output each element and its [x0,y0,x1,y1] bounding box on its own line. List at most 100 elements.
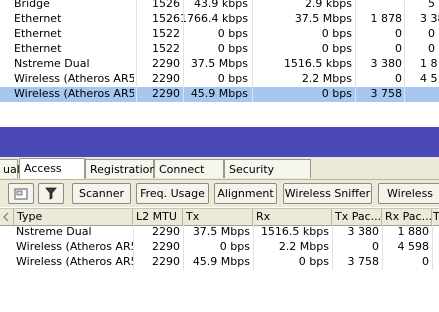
interface-rx: 2.9 kbps [304,0,352,10]
interface-mtu: 2290 [152,87,180,100]
table-row-selected[interactable]: Wireless (Atheros AR5... 2290 45.9 Mbps … [0,87,439,102]
column-divider [404,0,405,102]
table-row[interactable]: Nstreme Dual 2290 37.5 Mbps 1516.5 kbps … [0,57,439,71]
interface-list-top: Bridge 1526 43.9 kbps 2.9 kbps 5 Etherne… [0,0,439,103]
column-header-tx-packets[interactable]: Tx Pac... [332,209,382,225]
interface-tx: 45.9 Mbps [190,87,248,100]
interface-mtu: 2290 [152,72,180,85]
interface-name: Ethernet [14,42,62,55]
copy-button[interactable] [8,183,34,204]
interface-rx-packets: 4 5 [420,72,438,85]
interface-tx-packets: 3 758 [347,255,380,268]
interface-tx: 1766.4 kbps [180,12,248,25]
interface-name: Wireless (Atheros AR5... [14,72,134,85]
interface-rx-packets: 0 [422,255,429,268]
table-row[interactable]: Nstreme Dual 2290 37.5 Mbps 1516.5 kbps … [0,225,439,239]
tab-access-list[interactable]: Access List [19,158,85,194]
interface-type: Wireless (Atheros AR5... [16,255,133,268]
column-divider [432,225,433,270]
table-row[interactable]: Ethernet 1526 1766.4 kbps 37.5 Mbps 1 87… [0,12,439,26]
interface-tx: 43.9 kbps [193,0,248,10]
wireless-snooper-button[interactable]: Wireless Sn [378,183,439,219]
column-header-truncated[interactable]: T [432,209,439,225]
interface-tx: 0 bps [217,42,248,55]
table-row[interactable]: Wireless (Atheros AR5... 2290 45.9 Mbps … [0,255,439,269]
tab-registration[interactable]: Registration [85,159,156,178]
interface-tx: 0 bps [217,72,248,85]
window-title-bar [0,127,439,157]
interface-tx-packets: 3 758 [370,87,403,100]
column-divider [332,225,333,270]
table-row[interactable]: Ethernet 1522 0 bps 0 bps 0 0 [0,27,439,41]
interface-tx-packets [356,0,402,11]
column-header-l2-mtu[interactable]: L2 MTU [133,209,183,225]
column-header-type[interactable]: Type [14,209,133,225]
freq-usage-button[interactable]: Freq. Usage [136,183,209,204]
interface-name: Bridge [14,0,50,10]
tab-security-profiles[interactable]: Security Profiles [224,159,311,195]
column-divider [382,225,383,270]
tab-connect-list[interactable]: Connect List [154,159,224,195]
interface-rx-packets: 3 380 [420,12,439,25]
tab-nstreme-dual[interactable]: ual [0,159,20,178]
interface-rx: 37.5 Mbps [294,12,352,25]
interface-tx-packets: 0 [395,27,402,40]
interface-tx-packets: 3 380 [347,225,380,238]
interface-rx-packets: 4 598 [397,240,430,253]
interface-rx-packets: 0 [428,27,435,40]
interface-tx: 0 bps [217,27,248,40]
interface-tx-packets: 3 380 [370,57,403,70]
interface-tx-packets: 0 [372,240,379,253]
column-header-tx[interactable]: Tx [183,209,253,225]
copy-icon [14,188,28,200]
interface-l2-mtu: 2290 [152,255,180,268]
table-row[interactable]: Wireless (Atheros AR5... 2290 0 bps 2.2 … [0,72,439,86]
column-divider [252,0,253,102]
column-header-rx[interactable]: Rx [253,209,332,225]
interface-rx: 2.2 Mbps [301,72,352,85]
alignment-button[interactable]: Alignment [214,183,277,204]
column-divider [355,0,356,102]
interface-rx-packets: 0 [428,42,435,55]
table-header: Type L2 MTU Tx Rx Tx Pac... Rx Pac... T [0,208,439,226]
toolbar: Scanner Freq. Usage Alignment Wireless S… [0,180,439,219]
interface-name: Ethernet [14,27,62,40]
interface-name: Nstreme Dual [14,57,90,70]
interface-tx: 37.5 Mbps [190,57,248,70]
interface-l2-mtu: 2290 [152,240,180,253]
sort-arrow-icon [3,212,9,222]
interface-type: Nstreme Dual [16,225,92,238]
interface-mtu: 1526 [152,0,180,10]
column-divider [183,225,184,270]
table-row[interactable]: Bridge 1526 43.9 kbps 2.9 kbps 5 [0,0,439,11]
column-divider [133,225,134,270]
interface-rx: 2.2 Mbps [278,240,329,253]
interface-rx-packets: 5 [428,0,435,10]
interface-tx: 0 bps [219,240,250,253]
interface-mtu: 2290 [152,57,180,70]
filter-icon [45,187,57,200]
interface-tx: 37.5 Mbps [192,225,250,238]
wireless-sniffer-button[interactable]: Wireless Sniffer [283,183,372,204]
interface-tx: 45.9 Mbps [192,255,250,268]
column-divider [253,225,254,270]
interface-type: Wireless (Atheros AR5... [16,240,133,253]
column-header-sort[interactable] [0,209,14,225]
table-row[interactable]: Ethernet 1522 0 bps 0 bps 0 0 [0,42,439,56]
table-row[interactable]: Wireless (Atheros AR5... 2290 0 bps 2.2 … [0,240,439,254]
interface-mtu: 1526 [152,12,180,25]
interface-rx-packets: 1 8 [420,57,438,70]
interface-tx-packets: 1 878 [370,12,403,25]
interface-rx-packets: 1 880 [397,225,430,238]
scanner-button[interactable]: Scanner [72,183,131,204]
interface-tx-packets: 0 [395,72,402,85]
interface-l2-mtu: 2290 [152,225,180,238]
interface-name: Wireless (Atheros AR5... [14,87,134,100]
column-header-rx-packets[interactable]: Rx Pac... [382,209,432,225]
interface-name: Ethernet [14,12,62,25]
interface-rx: 1516.5 kbps [260,225,329,238]
interface-rx: 0 bps [321,42,352,55]
filter-button[interactable] [38,183,64,204]
interface-rx: 0 bps [321,27,352,40]
interface-rx: 1516.5 kbps [283,57,352,70]
